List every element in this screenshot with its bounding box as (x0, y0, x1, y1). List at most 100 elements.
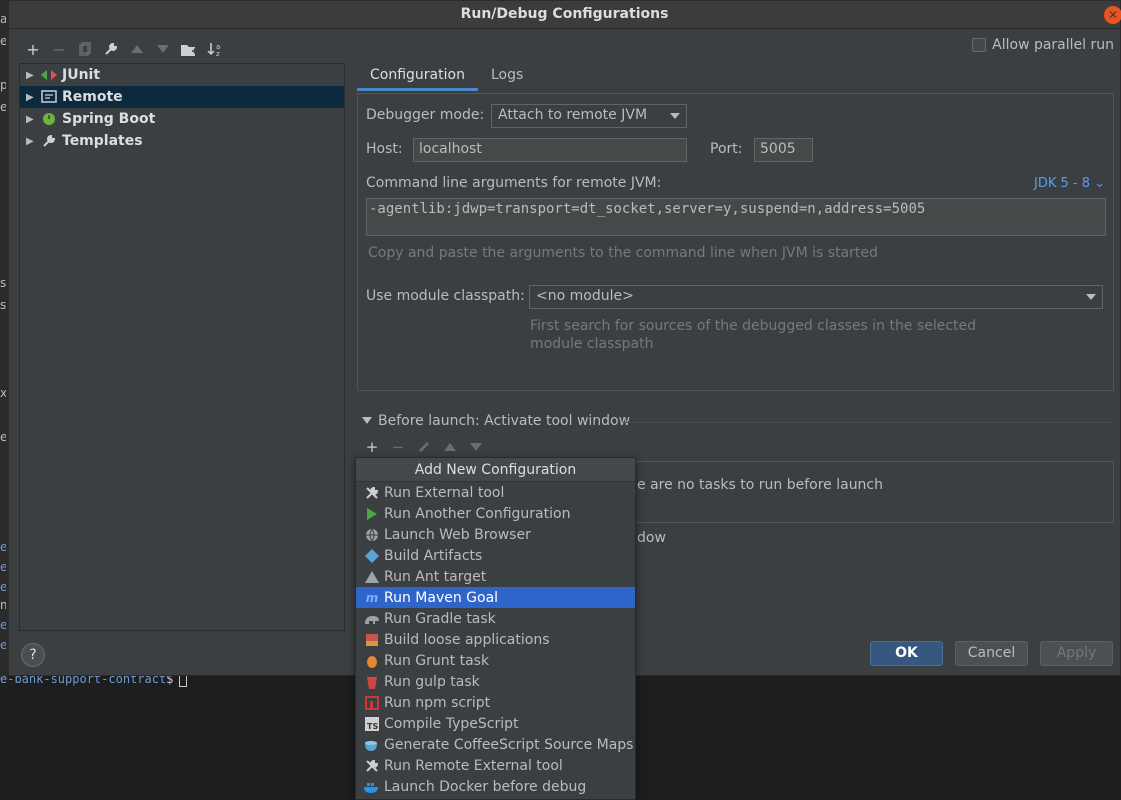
tree-item-junit[interactable]: ▶ JUnit (20, 64, 344, 86)
popup-item-run-gradle-task[interactable]: Run Gradle task (356, 608, 635, 629)
host-field[interactable]: localhost (413, 138, 687, 162)
module-classpath-select[interactable]: <no module> (529, 285, 1103, 309)
popup-item-label: Run Grunt task (384, 652, 490, 669)
popup-item-label: Run External tool (384, 484, 505, 501)
sort-icon: az (207, 43, 220, 57)
chevron-down-icon (1086, 294, 1096, 300)
war-icon (364, 632, 380, 648)
tab-configuration[interactable]: Configuration (357, 63, 478, 91)
popup-item-label: Launch Web Browser (384, 526, 531, 543)
tools-icon (364, 758, 380, 774)
popup-item-build-artifacts[interactable]: Build Artifacts (356, 545, 635, 566)
popup-item-run-gulp-task[interactable]: Run gulp task (356, 671, 635, 692)
popup-item-label: Build Artifacts (384, 547, 483, 564)
config-toolbar: + − az (23, 39, 225, 59)
close-button[interactable]: ✕ (1104, 6, 1121, 24)
junit-icon (40, 67, 58, 83)
popup-item-compile-typescript[interactable]: TS Compile TypeScript (356, 713, 635, 734)
config-tabs: Configuration Logs (357, 63, 536, 91)
ant-icon (364, 569, 380, 585)
debugger-mode-select[interactable]: Attach to remote JVM (491, 104, 687, 128)
popup-item-launch-docker-before-debug[interactable]: Launch Docker before debug (356, 776, 635, 797)
move-down-button[interactable] (153, 39, 173, 59)
typescript-icon: TS (364, 716, 380, 732)
edit-task-button[interactable] (415, 438, 433, 456)
popup-item-run-npm-script[interactable]: Run npm script (356, 692, 635, 713)
before-launch-empty-text: e are no tasks to run before launch (637, 477, 884, 493)
before-launch-section[interactable]: Before launch: Activate tool window (362, 413, 630, 429)
tools-icon (364, 485, 380, 501)
popup-item-run-external-tool[interactable]: Run External tool (356, 482, 635, 503)
bg-mark: e (0, 430, 6, 444)
before-launch-toolbar: + − (363, 438, 485, 456)
remove-config-button[interactable]: − (49, 39, 69, 59)
tree-item-templates[interactable]: ▶ Templates (20, 130, 344, 152)
popup-item-run-remote-external-tool[interactable]: Run Remote External tool (356, 755, 635, 776)
help-button[interactable]: ? (21, 643, 45, 667)
expand-arrow-icon[interactable]: ▶ (26, 92, 40, 103)
allow-parallel-checkbox[interactable] (972, 38, 987, 52)
popup-header: Add New Configuration (356, 458, 635, 482)
cmd-args-field[interactable]: -agentlib:jdwp=transport=dt_socket,serve… (366, 198, 1106, 236)
coffeescript-icon (364, 737, 380, 753)
tree-item-spring-boot[interactable]: ▶ Spring Boot (20, 108, 344, 130)
globe-icon (364, 527, 380, 543)
port-field[interactable]: 5005 (754, 138, 813, 162)
jdk-version-link[interactable]: JDK 5 - 8 ⌄ (1034, 176, 1105, 191)
add-config-button[interactable]: + (23, 39, 43, 59)
allow-parallel-label: Allow parallel run (992, 37, 1114, 53)
remove-task-button[interactable]: − (389, 438, 407, 456)
arrow-up-icon (444, 443, 456, 451)
copy-config-button[interactable] (75, 39, 95, 59)
bg-mark: e (0, 580, 6, 594)
popup-item-run-maven-goal[interactable]: m Run Maven Goal (356, 587, 635, 608)
expand-arrow-icon[interactable]: ▶ (26, 136, 40, 147)
add-task-button[interactable]: + (363, 438, 381, 456)
expand-arrow-icon[interactable]: ▶ (26, 114, 40, 125)
gradle-icon (364, 611, 380, 627)
module-classpath-label: Use module classpath: (366, 288, 525, 304)
tree-item-label: JUnit (62, 67, 101, 83)
module-hint-line-2: module classpath (530, 336, 654, 352)
collapse-arrow-icon (362, 417, 372, 424)
cancel-button[interactable]: Cancel (955, 641, 1028, 666)
artifact-icon (364, 548, 380, 564)
ok-button[interactable]: OK (870, 641, 943, 666)
debugger-mode-value: Attach to remote JVM (498, 107, 648, 123)
bg-mark: e (0, 100, 6, 114)
apply-button[interactable]: Apply (1040, 641, 1113, 666)
bg-mark: e (0, 638, 6, 652)
spring-boot-icon (40, 111, 58, 127)
popup-item-run-ant-target[interactable]: Run Ant target (356, 566, 635, 587)
tab-logs[interactable]: Logs (478, 63, 536, 91)
gulp-icon (364, 674, 380, 690)
arrow-down-icon (470, 443, 482, 451)
popup-item-label: Generate CoffeeScript Source Maps (384, 736, 634, 753)
edit-templates-button[interactable] (101, 39, 121, 59)
bg-mark: e (0, 618, 6, 632)
popup-item-label: Run npm script (384, 694, 491, 711)
popup-item-build-loose-applications[interactable]: Build loose applications (356, 629, 635, 650)
bg-mark: e (0, 34, 6, 48)
popup-item-label: Compile TypeScript (384, 715, 519, 732)
move-up-button[interactable] (127, 39, 147, 59)
bg-mark: e (0, 560, 6, 574)
new-folder-button[interactable] (179, 39, 199, 59)
tree-item-label: Remote (62, 89, 123, 105)
popup-item-launch-web-browser[interactable]: Launch Web Browser (356, 524, 635, 545)
task-down-button[interactable] (467, 438, 485, 456)
allow-parallel-run[interactable]: Allow parallel run (972, 37, 1114, 53)
wrench-icon (40, 133, 58, 149)
popup-item-run-grunt-task[interactable]: Run Grunt task (356, 650, 635, 671)
popup-item-label: Run Gradle task (384, 610, 496, 627)
remote-icon (40, 89, 58, 105)
expand-arrow-icon[interactable]: ▶ (26, 70, 40, 81)
tree-item-remote[interactable]: ▶ Remote (20, 86, 344, 108)
bg-mark: m (0, 598, 6, 612)
popup-item-generate-coffeescript-source-maps[interactable]: Generate CoffeeScript Source Maps (356, 734, 635, 755)
config-tree: ▶ JUnit ▶ Remote ▶ Spring Boot ▶ Templat… (19, 63, 345, 631)
popup-item-run-another-configuration[interactable]: Run Another Configuration (356, 503, 635, 524)
sort-button[interactable]: az (205, 39, 225, 59)
task-up-button[interactable] (441, 438, 459, 456)
wrench-icon (105, 42, 118, 55)
